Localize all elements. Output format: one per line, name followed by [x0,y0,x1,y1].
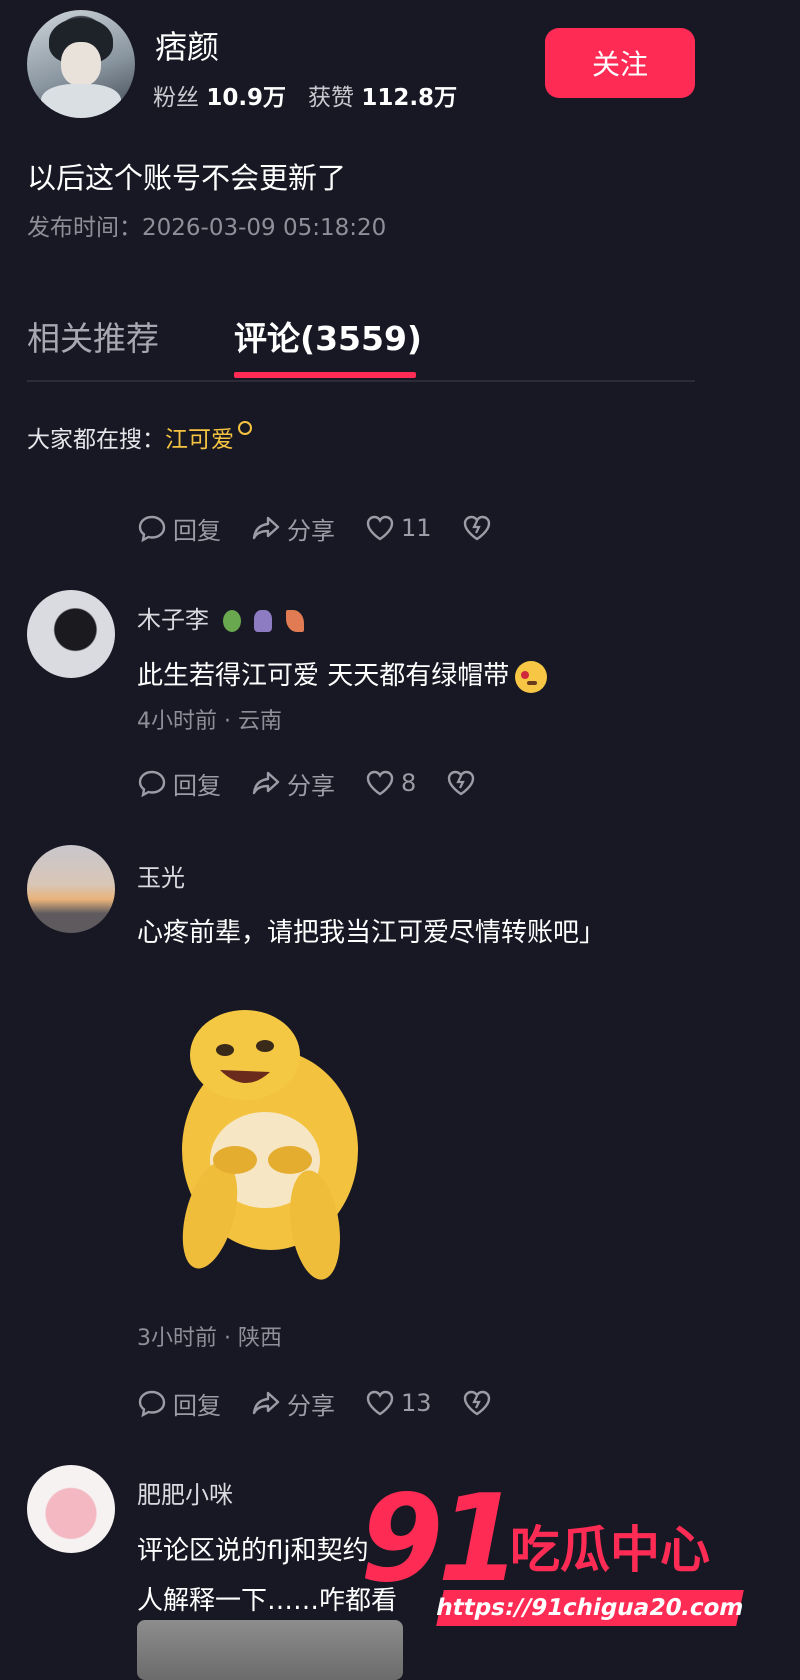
like-count: 11 [401,514,432,542]
like-button[interactable]: 13 [365,1388,432,1418]
comment-text-line2: 人解释一下……咋都看 [137,1586,398,1616]
fans-count: 10.9万 [206,85,287,111]
comment-author[interactable]: 玉光 [137,858,185,893]
post-text: 以后这个账号不会更新了 [27,161,347,195]
tab-comments[interactable]: 评论(3559) [234,312,422,360]
comment-author[interactable]: 木子李 [137,600,304,635]
comment-meta: 4小时前 · 云南 [137,709,282,734]
comment-author[interactable]: 肥肥小咪 [137,1475,233,1510]
search-term-link[interactable]: 江可爱 [165,427,234,453]
profile-avatar[interactable] [27,10,135,118]
dislike-button[interactable] [462,1388,498,1418]
heart-icon [366,515,394,541]
heart-icon [366,1390,394,1416]
comment-actions: 回复 分享 8 [137,765,512,801]
likes-count: 112.8万 [361,85,458,111]
comment-avatar[interactable] [27,845,115,933]
dislike-button[interactable] [462,513,498,543]
share-label: 分享 [287,1391,335,1420]
reply-label: 回复 [173,516,221,545]
comment-avatar[interactable] [27,590,115,678]
kissing-emoji-icon [515,660,548,693]
profile-name[interactable]: 痞颜 [155,22,219,68]
likes-label: 获赞 [308,85,354,111]
watermark-number: 91 [360,1470,521,1609]
reply-button[interactable]: 回复 [137,766,221,801]
level-badge-icon [222,610,241,632]
yellow-creature-sticker[interactable] [150,1010,380,1290]
comment-actions: 回复 分享 13 [137,1385,528,1421]
broken-heart-icon [463,515,490,541]
reply-icon [138,1390,166,1418]
post-time: 发布时间：2026-03-09 05:18:20 [27,208,386,242]
tab-related[interactable]: 相关推荐 [27,312,159,360]
profile-stats: 粉丝 10.9万 获赞 112.8万 [153,78,457,112]
like-count: 8 [401,769,417,797]
broken-heart-icon [448,770,475,796]
share-label: 分享 [287,516,335,545]
share-icon [252,771,280,795]
tab-divider [27,380,695,382]
share-button[interactable]: 分享 [251,511,335,546]
comment-actions: 回复 分享 11 [137,510,528,546]
dislike-button[interactable] [446,768,482,798]
like-count: 13 [401,1389,432,1417]
comment-text: 心疼前辈，请把我当江可爱尽情转账吧」 [137,918,606,948]
comment-avatar[interactable] [27,1465,115,1553]
feather-badge-icon [285,610,304,632]
like-button[interactable]: 8 [365,768,416,798]
search-suggestion-label: 大家都在搜： [27,427,165,453]
search-icon[interactable] [238,421,252,435]
site-watermark: 91 吃瓜中心 https://91chigua20.com [360,1480,780,1630]
octopus-badge-icon [254,610,273,632]
post-time-label: 发布时间： [27,215,142,241]
reply-button[interactable]: 回复 [137,1386,221,1421]
search-suggestion: 大家都在搜：江可爱 [27,420,252,454]
share-icon [252,516,280,540]
tab-active-indicator [234,372,416,378]
reply-label: 回复 [173,1391,221,1420]
comment-author-name: 木子李 [137,606,209,634]
reply-label: 回复 [173,771,221,800]
heart-icon [366,770,394,796]
fans-label: 粉丝 [153,85,199,111]
share-icon [252,1391,280,1415]
reply-icon [138,770,166,798]
broken-heart-icon [463,1390,490,1416]
share-button[interactable]: 分享 [251,766,335,801]
comment-text-content: 此生若得江可爱 天天都有绿帽带 [137,661,510,691]
share-label: 分享 [287,771,335,800]
comment-text: 此生若得江可爱 天天都有绿帽带 [137,655,548,693]
comment-meta: 3小时前 · 陕西 [137,1326,282,1351]
watermark-url: https://91chigua20.com [434,1590,746,1626]
comment-text: 评论区说的flj和契约 [137,1536,369,1566]
like-button[interactable]: 11 [365,513,432,543]
follow-button[interactable]: 关注 [545,28,695,98]
share-button[interactable]: 分享 [251,1386,335,1421]
watermark-brand: 吃瓜中心 [510,1521,710,1579]
reply-button[interactable]: 回复 [137,511,221,546]
post-time-value: 2026-03-09 05:18:20 [142,215,387,241]
reply-icon [138,515,166,543]
